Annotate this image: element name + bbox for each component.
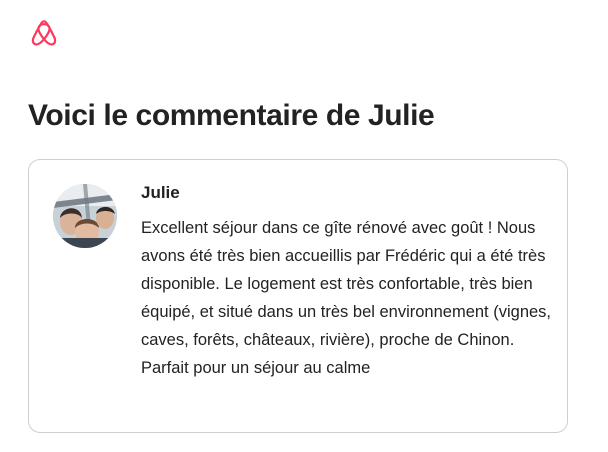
review-text: Excellent séjour dans ce gîte rénové ave… (141, 219, 552, 377)
user-photo-avatar[interactable] (53, 184, 117, 248)
review-content: Julie Excellent séjour dans ce gîte réno… (141, 182, 553, 382)
page-title: Voici le commentaire de Julie (28, 99, 435, 132)
review-card: Julie Excellent séjour dans ce gîte réno… (28, 159, 568, 433)
airbnb-logo-icon[interactable] (26, 16, 62, 52)
review-author-name: Julie (141, 183, 180, 202)
